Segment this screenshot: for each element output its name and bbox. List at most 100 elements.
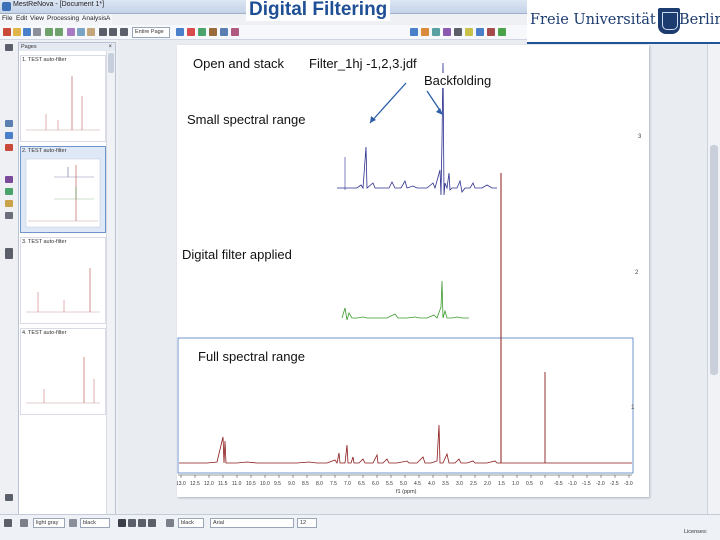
x-tick-label: 6.0 bbox=[372, 481, 379, 487]
annotate-icon[interactable] bbox=[498, 28, 506, 36]
license-status: Licenses: bbox=[684, 529, 708, 535]
x-tick-label: 4.0 bbox=[428, 481, 435, 487]
pages-scrollbar[interactable] bbox=[106, 51, 115, 514]
label-full-range: Full spectral range bbox=[197, 349, 306, 364]
stack-icon[interactable] bbox=[187, 28, 195, 36]
font-size-combo[interactable]: 12 bbox=[297, 518, 317, 528]
superscript-icon[interactable] bbox=[148, 519, 156, 527]
menu-view[interactable]: View bbox=[30, 15, 44, 22]
pan-icon[interactable] bbox=[465, 28, 473, 36]
print-icon[interactable] bbox=[33, 28, 41, 36]
menu-processing[interactable]: Processing bbox=[47, 15, 79, 22]
menu-edit[interactable]: Edit bbox=[16, 15, 27, 22]
ellipse-tool-icon[interactable] bbox=[5, 188, 13, 195]
integrate-icon[interactable] bbox=[231, 28, 239, 36]
page-thumb-1[interactable]: 1. TEST auto-filter bbox=[20, 55, 106, 142]
fit-icon[interactable] bbox=[120, 28, 128, 36]
cursor-icon[interactable] bbox=[454, 28, 462, 36]
pages-panel-header: Pages × bbox=[19, 43, 115, 51]
copy-icon[interactable] bbox=[77, 28, 85, 36]
undo-icon[interactable] bbox=[45, 28, 53, 36]
phase-icon[interactable] bbox=[198, 28, 206, 36]
page-thumb-label: 1. TEST auto-filter bbox=[22, 57, 67, 63]
molecule-tool-icon[interactable] bbox=[5, 252, 13, 259]
university-seal-icon bbox=[658, 8, 680, 34]
text-color-icon[interactable] bbox=[166, 519, 174, 527]
x-tick-label: 10.5 bbox=[246, 481, 256, 487]
peak-pick-icon[interactable] bbox=[220, 28, 228, 36]
measure-icon[interactable] bbox=[487, 28, 495, 36]
page-thumb-preview bbox=[26, 268, 100, 313]
save-icon[interactable] bbox=[23, 28, 31, 36]
open-icon[interactable] bbox=[13, 28, 21, 36]
page-thumb-label: 2. TEST auto-filter bbox=[22, 148, 67, 154]
x-tick-label: -3.0 bbox=[624, 481, 633, 487]
zoom-in-icon[interactable] bbox=[99, 28, 107, 36]
image-tool-icon[interactable] bbox=[5, 212, 13, 219]
pages-panel: Pages × 1. TEST auto-filter 2. TEST auto… bbox=[18, 42, 116, 515]
pointer-tool-icon[interactable] bbox=[5, 44, 13, 51]
x-tick-label: 5.0 bbox=[400, 481, 407, 487]
logo-text-left: Freie Universität bbox=[530, 12, 656, 28]
x-tick-label: 1.5 bbox=[498, 481, 505, 487]
bold-icon[interactable] bbox=[118, 519, 126, 527]
x-tick-label: 10.0 bbox=[260, 481, 270, 487]
page-thumb-2[interactable]: 2. TEST auto-filter bbox=[20, 146, 106, 233]
rect-tool-icon[interactable] bbox=[5, 176, 13, 183]
font-combo[interactable]: Arial bbox=[210, 518, 294, 528]
cut-icon[interactable] bbox=[67, 28, 75, 36]
arrow-left bbox=[369, 82, 407, 124]
menu-a[interactable]: A bbox=[106, 15, 110, 22]
subscript-icon[interactable] bbox=[138, 519, 146, 527]
trace-label-2: 2 bbox=[635, 270, 639, 276]
italic-icon[interactable] bbox=[128, 519, 136, 527]
polygon-tool-icon[interactable] bbox=[5, 200, 13, 207]
arrow-right-head bbox=[436, 108, 443, 115]
x-tick-label: 0.5 bbox=[526, 481, 533, 487]
page-thumb-4[interactable]: 4. TEST auto-filter bbox=[20, 328, 106, 415]
x-tick-label: -0.5 bbox=[554, 481, 563, 487]
fill-icon[interactable] bbox=[69, 519, 77, 527]
arrow-tool-icon[interactable] bbox=[5, 144, 13, 151]
zoom-combo[interactable]: Entire Page bbox=[132, 27, 170, 38]
page-thumb-3[interactable]: 3. TEST auto-filter bbox=[20, 237, 106, 324]
layout-icon[interactable] bbox=[176, 28, 184, 36]
line-tool-icon[interactable] bbox=[5, 132, 13, 139]
fourier-icon[interactable] bbox=[443, 28, 451, 36]
baseline-icon[interactable] bbox=[209, 28, 217, 36]
pages-scroll-thumb[interactable] bbox=[108, 53, 114, 73]
bottom-toolbar: light gray black black Arial 12 bbox=[0, 514, 720, 540]
page-thumb-preview bbox=[26, 76, 100, 131]
apodization-icon[interactable] bbox=[432, 28, 440, 36]
redo-icon[interactable] bbox=[55, 28, 63, 36]
x-tick-label: 2.0 bbox=[484, 481, 491, 487]
select-icon[interactable] bbox=[4, 519, 12, 527]
page-thumb-label: 3. TEST auto-filter bbox=[22, 239, 67, 245]
document-scroll-thumb[interactable] bbox=[710, 145, 718, 375]
x-tick-label: 11.0 bbox=[232, 481, 242, 487]
text-tool-icon[interactable] bbox=[5, 120, 13, 127]
reference-icon[interactable] bbox=[421, 28, 429, 36]
university-logo: Freie Universität Berlin bbox=[527, 0, 720, 44]
x-tick-label: 9.5 bbox=[274, 481, 281, 487]
page-thumb-label: 4. TEST auto-filter bbox=[22, 330, 67, 336]
window-title: MestReNova - [Document 1*] bbox=[13, 1, 105, 8]
new-icon[interactable] bbox=[3, 28, 11, 36]
more-tools-icon[interactable] bbox=[5, 494, 13, 501]
menu-bar: File Edit View Processing Analysis A bbox=[0, 14, 112, 25]
zoom-box-icon[interactable] bbox=[476, 28, 484, 36]
paste-icon[interactable] bbox=[87, 28, 95, 36]
line-color-combo[interactable]: light gray bbox=[33, 518, 65, 528]
close-icon[interactable]: × bbox=[108, 43, 112, 51]
menu-analysis[interactable]: Analysis bbox=[82, 15, 106, 22]
line-color-icon[interactable] bbox=[20, 519, 28, 527]
text-color-combo[interactable]: black bbox=[178, 518, 204, 528]
x-tick-label: -2.5 bbox=[610, 481, 619, 487]
document-scrollbar[interactable] bbox=[707, 40, 720, 514]
label-backfolding: Backfolding bbox=[423, 73, 493, 88]
menu-file[interactable]: File bbox=[2, 15, 12, 22]
multiplet-icon[interactable] bbox=[410, 28, 418, 36]
fill-color-combo[interactable]: black bbox=[80, 518, 110, 528]
zoom-out-icon[interactable] bbox=[109, 28, 117, 36]
x-tick-label: 6.5 bbox=[358, 481, 365, 487]
